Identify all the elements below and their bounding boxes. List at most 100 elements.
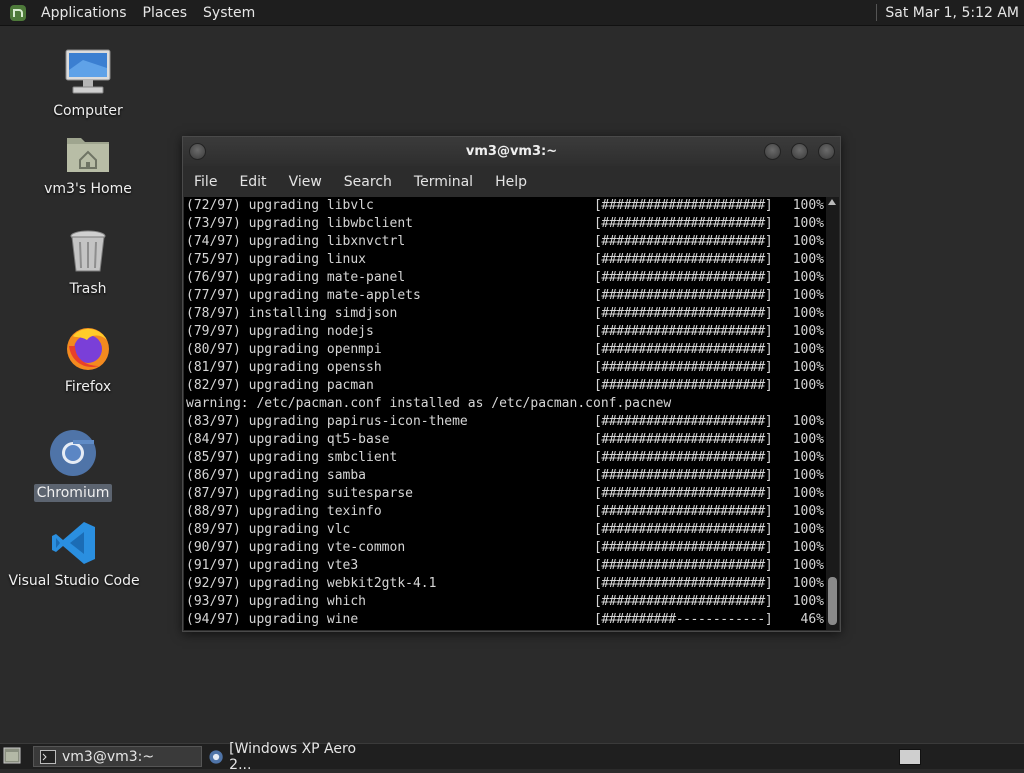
terminal-progress-bar: [######################] (594, 450, 773, 465)
terminal-window[interactable]: vm3@vm3:~ File Edit View Search Terminal… (182, 136, 841, 632)
window-title: vm3@vm3:~ (465, 144, 558, 159)
system-menu[interactable]: System (195, 5, 263, 21)
scroll-up-arrow-icon[interactable] (828, 199, 836, 205)
terminal-progress-percent: 100% (792, 306, 824, 321)
terminal-progress-bar: [######################] (594, 468, 773, 483)
top-panel: Applications Places System Sat Mar 1, 5:… (0, 0, 1024, 26)
minimize-button[interactable] (764, 143, 781, 160)
taskbar-item-terminal[interactable]: vm3@vm3:~ (33, 746, 202, 767)
terminal-progress-percent: 100% (792, 342, 824, 357)
terminal-progress-bar: [######################] (594, 486, 773, 501)
menu-help[interactable]: Help (484, 174, 538, 190)
maximize-button[interactable] (791, 143, 808, 160)
vscode-icon (52, 522, 95, 564)
terminal-progress-bar: [######################] (594, 252, 773, 267)
desktop-icon-vscode[interactable]: Visual Studio Code (8, 516, 140, 590)
show-desktop-icon[interactable] (3, 747, 21, 764)
terminal-progress-percent: 100% (792, 576, 824, 591)
menu-edit[interactable]: Edit (228, 174, 277, 190)
desktop-icon-label: Visual Studio Code (8, 573, 140, 589)
terminal-line: (77/97) upgrading mate-applets [#########… (184, 287, 826, 305)
terminal-progress-bar: [######################] (594, 216, 773, 231)
terminal-progress-bar: [######################] (594, 594, 773, 609)
terminal-line: (91/97) upgrading vte3 [#################… (184, 557, 826, 575)
taskbar-item-chromium[interactable]: [Windows XP Aero 2... (203, 741, 371, 773)
window-titlebar[interactable]: vm3@vm3:~ (183, 137, 840, 166)
terminal-progress-percent: 100% (792, 288, 824, 303)
terminal-line: (74/97) upgrading libxnvctrl [###########… (184, 233, 826, 251)
terminal-progress-percent: 100% (792, 522, 824, 537)
terminal-line: (76/97) upgrading mate-panel [###########… (184, 269, 826, 287)
terminal-output[interactable]: (72/97) upgrading libvlc [###############… (184, 197, 826, 630)
terminal-progress-bar: [######################] (594, 432, 773, 447)
window-menu-button[interactable] (189, 143, 206, 160)
terminal-progress-bar: [######################] (594, 342, 773, 357)
taskbar-item-label: vm3@vm3:~ (62, 748, 155, 765)
terminal-line-message: (83/97) upgrading papirus-icon-theme (186, 414, 468, 429)
terminal-line-message: warning: /etc/pacman.conf installed as /… (186, 396, 672, 411)
terminal-progress-bar: [######################] (594, 558, 773, 573)
terminal-progress-percent: 100% (792, 594, 824, 609)
terminal-line: (88/97) upgrading texinfo [##############… (184, 503, 826, 521)
terminal-line-message: (90/97) upgrading vte-common (186, 540, 406, 555)
terminal-line-message: (77/97) upgrading mate-applets (186, 288, 421, 303)
desktop-icon-home[interactable]: vm3's Home (43, 124, 133, 198)
terminal-progress-bar: [######################] (594, 198, 773, 213)
desktop-icon-chromium[interactable]: Chromium (33, 428, 113, 502)
panel-separator (876, 4, 878, 21)
desktop-icon-label: vm3's Home (44, 181, 132, 197)
terminal-line-message: (93/97) upgrading which (186, 594, 367, 609)
terminal-line-message: (85/97) upgrading smbclient (186, 450, 398, 465)
terminal-line: (72/97) upgrading libvlc [###############… (184, 197, 826, 215)
terminal-progress-percent: 100% (792, 414, 824, 429)
terminal-progress-percent: 100% (792, 486, 824, 501)
terminal-progress-percent: 100% (792, 252, 824, 267)
places-menu[interactable]: Places (135, 5, 196, 21)
terminal-progress-percent: 100% (792, 378, 824, 393)
terminal-line-message: (81/97) upgrading openssh (186, 360, 382, 375)
menu-terminal[interactable]: Terminal (403, 174, 484, 190)
terminal-line-message: (88/97) upgrading texinfo (186, 504, 382, 519)
firefox-icon (67, 328, 109, 370)
close-button[interactable] (818, 143, 835, 160)
desktop-icon-computer[interactable]: Computer (48, 46, 128, 120)
terminal-progress-percent: 100% (792, 198, 824, 213)
desktop-icon-firefox[interactable]: Firefox (48, 322, 128, 396)
terminal-progress-percent: 100% (792, 360, 824, 375)
menu-search[interactable]: Search (333, 174, 403, 190)
home-folder-icon (67, 138, 109, 172)
terminal-line-message: (78/97) installing simdjson (186, 306, 398, 321)
desktop-icon-trash[interactable]: Trash (48, 224, 128, 298)
terminal-progress-bar: [######################] (594, 540, 773, 555)
terminal-line-message: (75/97) upgrading linux (186, 252, 367, 267)
terminal-line: (89/97) upgrading vlc [##################… (184, 521, 826, 539)
terminal-line: (80/97) upgrading openmpi [##############… (184, 341, 826, 359)
terminal-line-message: (74/97) upgrading libxnvctrl (186, 234, 406, 249)
terminal-line: (87/97) upgrading suitesparse [##########… (184, 485, 826, 503)
mate-menu-logo-icon[interactable] (9, 4, 27, 22)
workspace-switcher[interactable] (899, 749, 921, 765)
terminal-line: (81/97) upgrading openssh [##############… (184, 359, 826, 377)
terminal-line-message: (87/97) upgrading suitesparse (186, 486, 413, 501)
menu-view[interactable]: View (278, 174, 333, 190)
terminal-line: (85/97) upgrading smbclient [############… (184, 449, 826, 467)
applications-menu[interactable]: Applications (33, 5, 135, 21)
menu-file[interactable]: File (183, 174, 228, 190)
terminal-progress-percent: 100% (792, 234, 824, 249)
desktop-icon-label: Trash (69, 281, 107, 297)
terminal-progress-bar: [######################] (594, 288, 773, 303)
terminal-scrollbar[interactable] (826, 197, 839, 630)
terminal-progress-percent: 100% (792, 450, 824, 465)
terminal-progress-percent: 100% (792, 432, 824, 447)
scrollbar-thumb[interactable] (828, 577, 837, 625)
terminal-progress-percent: 46% (800, 612, 824, 627)
terminal-progress-bar: [######################] (594, 360, 773, 375)
terminal-progress-bar: [######################] (594, 378, 773, 393)
clock[interactable]: Sat Mar 1, 5:12 AM (876, 0, 1024, 25)
terminal-progress-bar: [##########------------] (594, 612, 773, 627)
computer-icon (65, 49, 111, 94)
terminal-line-message: (76/97) upgrading mate-panel (186, 270, 406, 285)
terminal-progress-bar: [######################] (594, 306, 773, 321)
desktop-icon-label: Chromium (33, 484, 113, 502)
terminal-line: (92/97) upgrading webkit2gtk-4.1 [#######… (184, 575, 826, 593)
